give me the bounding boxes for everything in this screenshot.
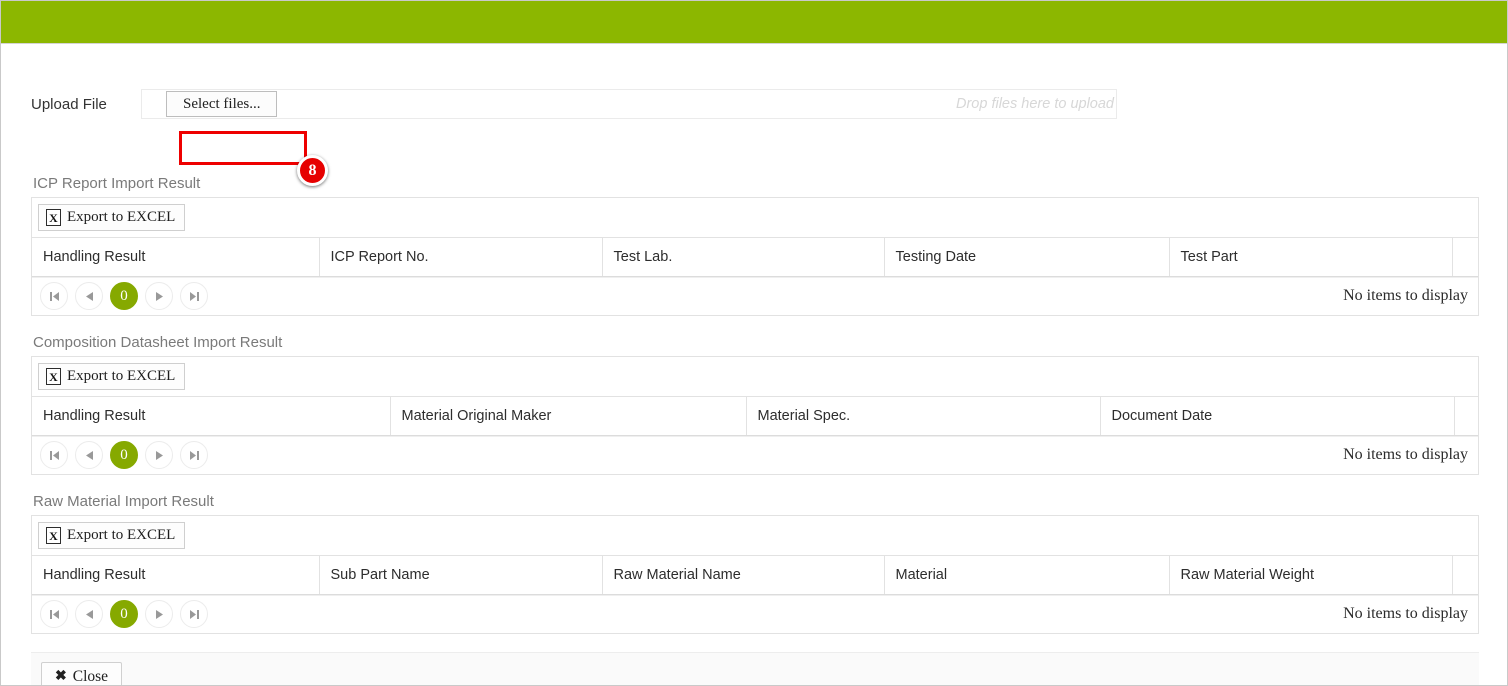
section-icp-report: ICP Report Import Result X Export to EXC… bbox=[31, 175, 1479, 316]
grid-pager: 0 No items to display bbox=[32, 435, 1478, 474]
grid: X Export to EXCEL Handling Result Sub Pa… bbox=[31, 515, 1479, 634]
column-header[interactable]: Raw Material Weight bbox=[1169, 556, 1453, 595]
column-header[interactable]: Test Part bbox=[1169, 238, 1453, 277]
grid-header-table: Handling Result Sub Part Name Raw Materi… bbox=[32, 556, 1478, 595]
previous-page-icon[interactable] bbox=[75, 282, 103, 310]
column-header[interactable]: Raw Material Name bbox=[602, 556, 885, 595]
dropzone-placeholder: Drop files here to upload bbox=[956, 96, 1114, 112]
upload-file-row: Upload File Select files... Drop files h… bbox=[31, 86, 1117, 122]
grid-pager: 0 No items to display bbox=[32, 594, 1478, 633]
last-page-icon[interactable] bbox=[180, 282, 208, 310]
column-header[interactable]: Sub Part Name bbox=[319, 556, 603, 595]
export-button-label: Export to EXCEL bbox=[67, 368, 176, 384]
current-page-number[interactable]: 0 bbox=[110, 441, 138, 469]
column-header[interactable]: ICP Report No. bbox=[319, 238, 603, 277]
current-page-number[interactable]: 0 bbox=[110, 282, 138, 310]
grid-header-row: Handling Result ICP Report No. Test Lab.… bbox=[32, 238, 1478, 277]
dialog-footer: ✖ Close bbox=[31, 652, 1479, 685]
grid-toolbar: X Export to EXCEL bbox=[32, 357, 1478, 397]
next-page-icon[interactable] bbox=[145, 600, 173, 628]
grid-header-row: Handling Result Sub Part Name Raw Materi… bbox=[32, 556, 1478, 595]
next-page-icon[interactable] bbox=[145, 441, 173, 469]
grid-header-table: Handling Result Material Original Maker … bbox=[32, 397, 1478, 436]
column-header[interactable]: Handling Result bbox=[32, 238, 320, 277]
pager-status: No items to display bbox=[1343, 446, 1468, 463]
pager-status: No items to display bbox=[1343, 605, 1468, 622]
grid: X Export to EXCEL Handling Result Materi… bbox=[31, 356, 1479, 475]
export-button-label: Export to EXCEL bbox=[67, 209, 176, 225]
import-result-dialog: Upload File Select files... Drop files h… bbox=[0, 0, 1508, 686]
select-files-wrapper: Select files... bbox=[142, 91, 278, 117]
grid-toolbar: X Export to EXCEL bbox=[32, 516, 1478, 556]
grid-pager: 0 No items to display bbox=[32, 276, 1478, 315]
excel-file-icon: X bbox=[46, 209, 61, 226]
column-header[interactable]: Testing Date bbox=[884, 238, 1170, 277]
first-page-icon[interactable] bbox=[40, 600, 68, 628]
column-header[interactable]: Test Lab. bbox=[602, 238, 885, 277]
grid-toolbar: X Export to EXCEL bbox=[32, 198, 1478, 238]
previous-page-icon[interactable] bbox=[75, 600, 103, 628]
column-header-gutter bbox=[1452, 556, 1478, 595]
column-header[interactable]: Document Date bbox=[1100, 397, 1455, 436]
export-button-label: Export to EXCEL bbox=[67, 527, 176, 543]
column-header[interactable]: Handling Result bbox=[32, 556, 320, 595]
close-button-label: Close bbox=[72, 667, 109, 685]
upload-file-label: Upload File bbox=[31, 95, 107, 113]
last-page-icon[interactable] bbox=[180, 600, 208, 628]
first-page-icon[interactable] bbox=[40, 282, 68, 310]
last-page-icon[interactable] bbox=[180, 441, 208, 469]
title-bar bbox=[1, 1, 1507, 44]
section-title: Composition Datasheet Import Result bbox=[33, 334, 283, 351]
step-marker-8: 8 bbox=[297, 155, 328, 186]
export-to-excel-button[interactable]: X Export to EXCEL bbox=[38, 522, 186, 549]
section-title: Raw Material Import Result bbox=[33, 493, 214, 510]
first-page-icon[interactable] bbox=[40, 441, 68, 469]
close-x-icon: ✖ bbox=[55, 668, 67, 684]
file-dropzone[interactable]: Select files... Drop files here to uploa… bbox=[141, 89, 1117, 119]
grid-header-table: Handling Result ICP Report No. Test Lab.… bbox=[32, 238, 1478, 277]
column-header[interactable]: Material Original Maker bbox=[390, 397, 747, 436]
export-to-excel-button[interactable]: X Export to EXCEL bbox=[38, 363, 186, 390]
column-header[interactable]: Material bbox=[884, 556, 1170, 595]
column-header[interactable]: Handling Result bbox=[32, 397, 391, 436]
close-button[interactable]: ✖ Close bbox=[41, 662, 123, 685]
excel-file-icon: X bbox=[46, 368, 61, 385]
current-page-number[interactable]: 0 bbox=[110, 600, 138, 628]
export-to-excel-button[interactable]: X Export to EXCEL bbox=[38, 204, 186, 231]
section-raw-material: Raw Material Import Result X Export to E… bbox=[31, 493, 1479, 634]
pager-status: No items to display bbox=[1343, 287, 1468, 304]
grid: X Export to EXCEL Handling Result ICP Re… bbox=[31, 197, 1479, 316]
section-composition-datasheet: Composition Datasheet Import Result X Ex… bbox=[31, 334, 1479, 475]
grid-header-row: Handling Result Material Original Maker … bbox=[32, 397, 1478, 436]
column-header[interactable]: Material Spec. bbox=[746, 397, 1101, 436]
section-title: ICP Report Import Result bbox=[33, 175, 201, 192]
next-page-icon[interactable] bbox=[145, 282, 173, 310]
column-header-gutter bbox=[1454, 397, 1478, 436]
column-header-gutter bbox=[1452, 238, 1478, 277]
select-files-button[interactable]: Select files... bbox=[166, 91, 278, 117]
excel-file-icon: X bbox=[46, 527, 61, 544]
select-files-highlight-box bbox=[179, 131, 307, 165]
previous-page-icon[interactable] bbox=[75, 441, 103, 469]
